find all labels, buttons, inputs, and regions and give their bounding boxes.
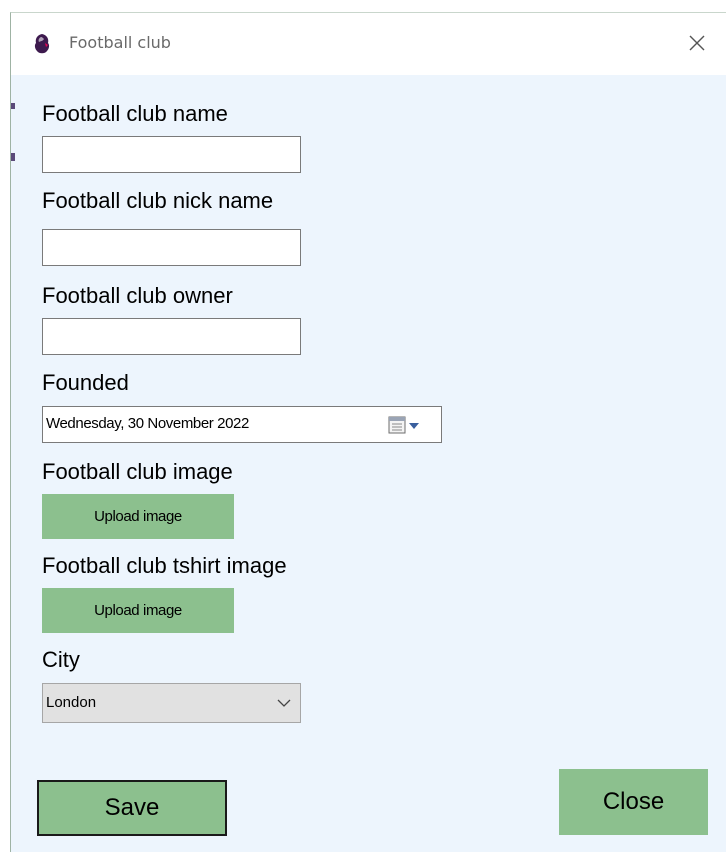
window-title: Football club	[69, 33, 171, 52]
title-bar[interactable]: Football club	[11, 13, 726, 75]
club-owner-label: Football club owner	[42, 283, 233, 308]
calendar-dropdown-icon[interactable]	[387, 415, 435, 435]
club-nickname-label: Football club nick name	[42, 188, 274, 213]
close-icon[interactable]	[683, 29, 711, 57]
club-nickname-input[interactable]	[42, 229, 301, 266]
football-club-dialog: Football club Football club name Footbal…	[10, 12, 726, 852]
upload-club-image-button[interactable]: Upload image	[42, 494, 234, 539]
city-selected-value: London	[46, 694, 97, 711]
city-dropdown[interactable]: London	[42, 683, 301, 723]
club-image-label: Football club image	[42, 459, 233, 484]
club-name-input[interactable]	[42, 136, 301, 173]
upload-tshirt-image-button[interactable]: Upload image	[42, 588, 234, 633]
premier-league-lion-icon	[34, 34, 50, 54]
founded-date-picker[interactable]: Wednesday, 30 November 2022	[42, 406, 442, 443]
left-edge-mark	[11, 103, 15, 109]
tshirt-image-label: Football club tshirt image	[42, 553, 287, 578]
founded-date-value: Wednesday, 30 November 2022	[46, 415, 249, 432]
city-label: City	[42, 647, 80, 672]
club-owner-input[interactable]	[42, 318, 301, 355]
founded-label: Founded	[42, 370, 129, 395]
club-name-label: Football club name	[42, 101, 228, 126]
left-edge-mark	[11, 153, 15, 161]
close-button[interactable]: Close	[559, 769, 708, 835]
chevron-down-icon	[277, 699, 291, 707]
save-button[interactable]: Save	[37, 780, 227, 836]
